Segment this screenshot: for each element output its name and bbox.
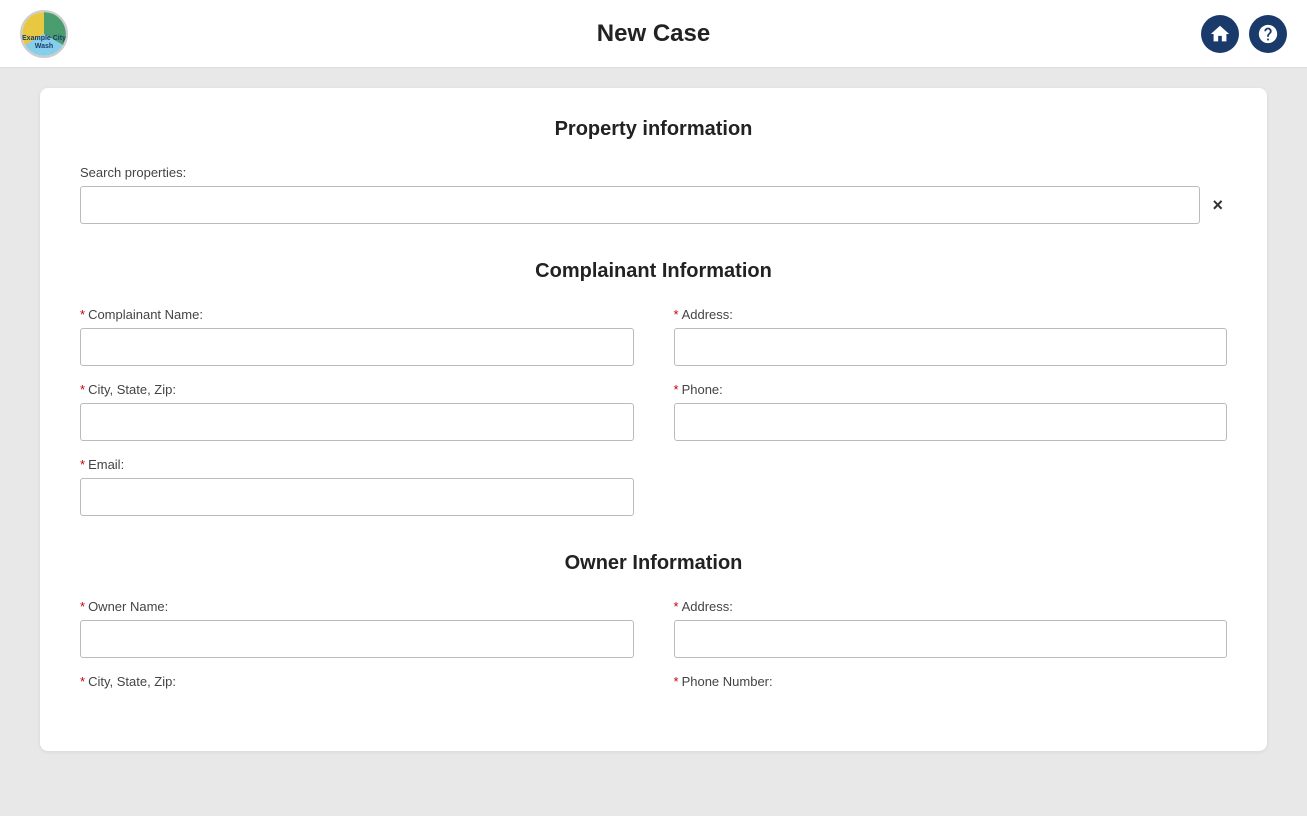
owner-row-2: *City, State, Zip: *Phone Number: <box>80 674 1227 695</box>
complainant-section: Complainant Information *Complainant Nam… <box>80 260 1227 516</box>
required-star: * <box>674 599 679 614</box>
owner-city-state-zip-group: *City, State, Zip: <box>80 674 634 695</box>
logo-text: Example City Wash <box>22 35 66 52</box>
search-input-wrap: × <box>80 186 1227 224</box>
owner-address-label: *Address: <box>674 599 1228 614</box>
phone-label: *Phone: <box>674 382 1228 397</box>
email-group: *Email: <box>80 457 634 516</box>
phone-input[interactable] <box>674 403 1228 441</box>
complainant-row-3: *Email: <box>80 457 1227 516</box>
owner-name-group: *Owner Name: <box>80 599 634 658</box>
search-row: Search properties: × <box>80 165 1227 224</box>
header-icons <box>1201 15 1287 53</box>
owner-address-input[interactable] <box>674 620 1228 658</box>
required-star: * <box>80 674 85 689</box>
logo: Example City Wash <box>20 10 68 58</box>
email-row-spacer <box>674 457 1228 516</box>
owner-row-1: *Owner Name: *Address: <box>80 599 1227 658</box>
city-state-zip-input[interactable] <box>80 403 634 441</box>
complainant-row-2: *City, State, Zip: *Phone: <box>80 382 1227 441</box>
property-section: Property information Search properties: … <box>80 118 1227 224</box>
complainant-row-1: *Complainant Name: *Address: <box>80 307 1227 366</box>
city-state-zip-label: *City, State, Zip: <box>80 382 634 397</box>
form-card: Property information Search properties: … <box>40 88 1267 751</box>
owner-section-title: Owner Information <box>80 552 1227 575</box>
address-label: *Address: <box>674 307 1228 322</box>
search-input[interactable] <box>80 186 1200 224</box>
owner-name-input[interactable] <box>80 620 634 658</box>
complainant-name-input[interactable] <box>80 328 634 366</box>
required-star: * <box>80 382 85 397</box>
complainant-name-group: *Complainant Name: <box>80 307 634 366</box>
owner-address-group: *Address: <box>674 599 1228 658</box>
email-label: *Email: <box>80 457 634 472</box>
complainant-section-title: Complainant Information <box>80 260 1227 283</box>
address-input[interactable] <box>674 328 1228 366</box>
home-button[interactable] <box>1201 15 1239 53</box>
city-state-zip-group: *City, State, Zip: <box>80 382 634 441</box>
required-star: * <box>674 674 679 689</box>
page-title: New Case <box>597 20 710 48</box>
complainant-name-label: *Complainant Name: <box>80 307 634 322</box>
required-star: * <box>674 307 679 322</box>
phone-group: *Phone: <box>674 382 1228 441</box>
home-icon <box>1209 23 1231 45</box>
owner-name-label: *Owner Name: <box>80 599 634 614</box>
property-section-title: Property information <box>80 118 1227 141</box>
address-group: *Address: <box>674 307 1228 366</box>
help-button[interactable] <box>1249 15 1287 53</box>
owner-city-state-zip-label: *City, State, Zip: <box>80 674 634 689</box>
main-content: Property information Search properties: … <box>0 68 1307 771</box>
clear-search-button[interactable]: × <box>1208 196 1227 214</box>
help-icon <box>1257 23 1279 45</box>
owner-phone-group: *Phone Number: <box>674 674 1228 695</box>
logo-circle: Example City Wash <box>20 10 68 58</box>
search-label: Search properties: <box>80 165 1227 180</box>
required-star: * <box>80 307 85 322</box>
owner-phone-label: *Phone Number: <box>674 674 1228 689</box>
required-star: * <box>674 382 679 397</box>
header: Example City Wash New Case <box>0 0 1307 68</box>
owner-section: Owner Information *Owner Name: *Address: <box>80 552 1227 695</box>
required-star: * <box>80 457 85 472</box>
required-star: * <box>80 599 85 614</box>
email-input[interactable] <box>80 478 634 516</box>
